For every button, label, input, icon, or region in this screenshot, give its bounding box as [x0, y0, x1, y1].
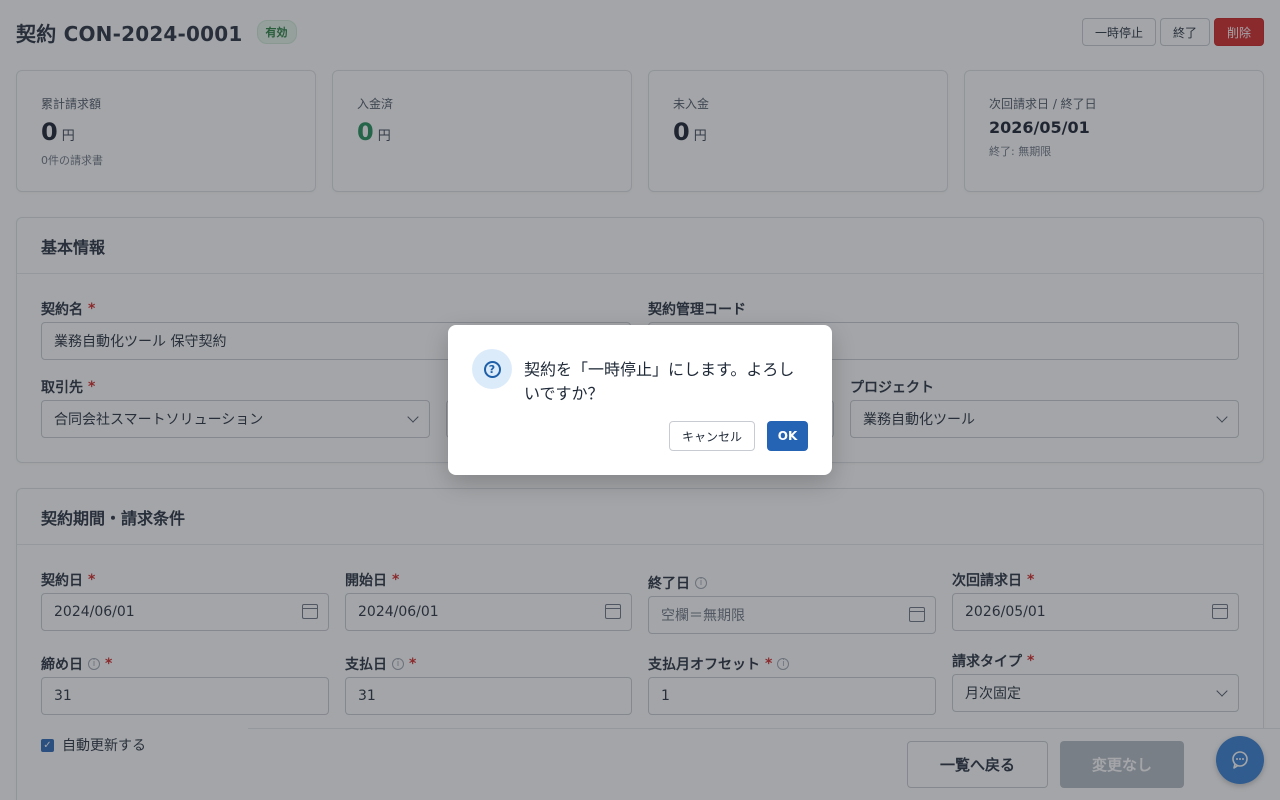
ok-button[interactable]: OK [767, 421, 808, 451]
dialog-icon: ? [472, 349, 512, 389]
dialog-message: 契約を「一時停止」にします。よろしいですか？ [524, 360, 795, 403]
confirm-dialog: ? 契約を「一時停止」にします。よろしいですか？ キャンセル OK [448, 325, 832, 475]
cancel-button[interactable]: キャンセル [669, 421, 755, 451]
question-circle-icon: ? [483, 360, 501, 378]
